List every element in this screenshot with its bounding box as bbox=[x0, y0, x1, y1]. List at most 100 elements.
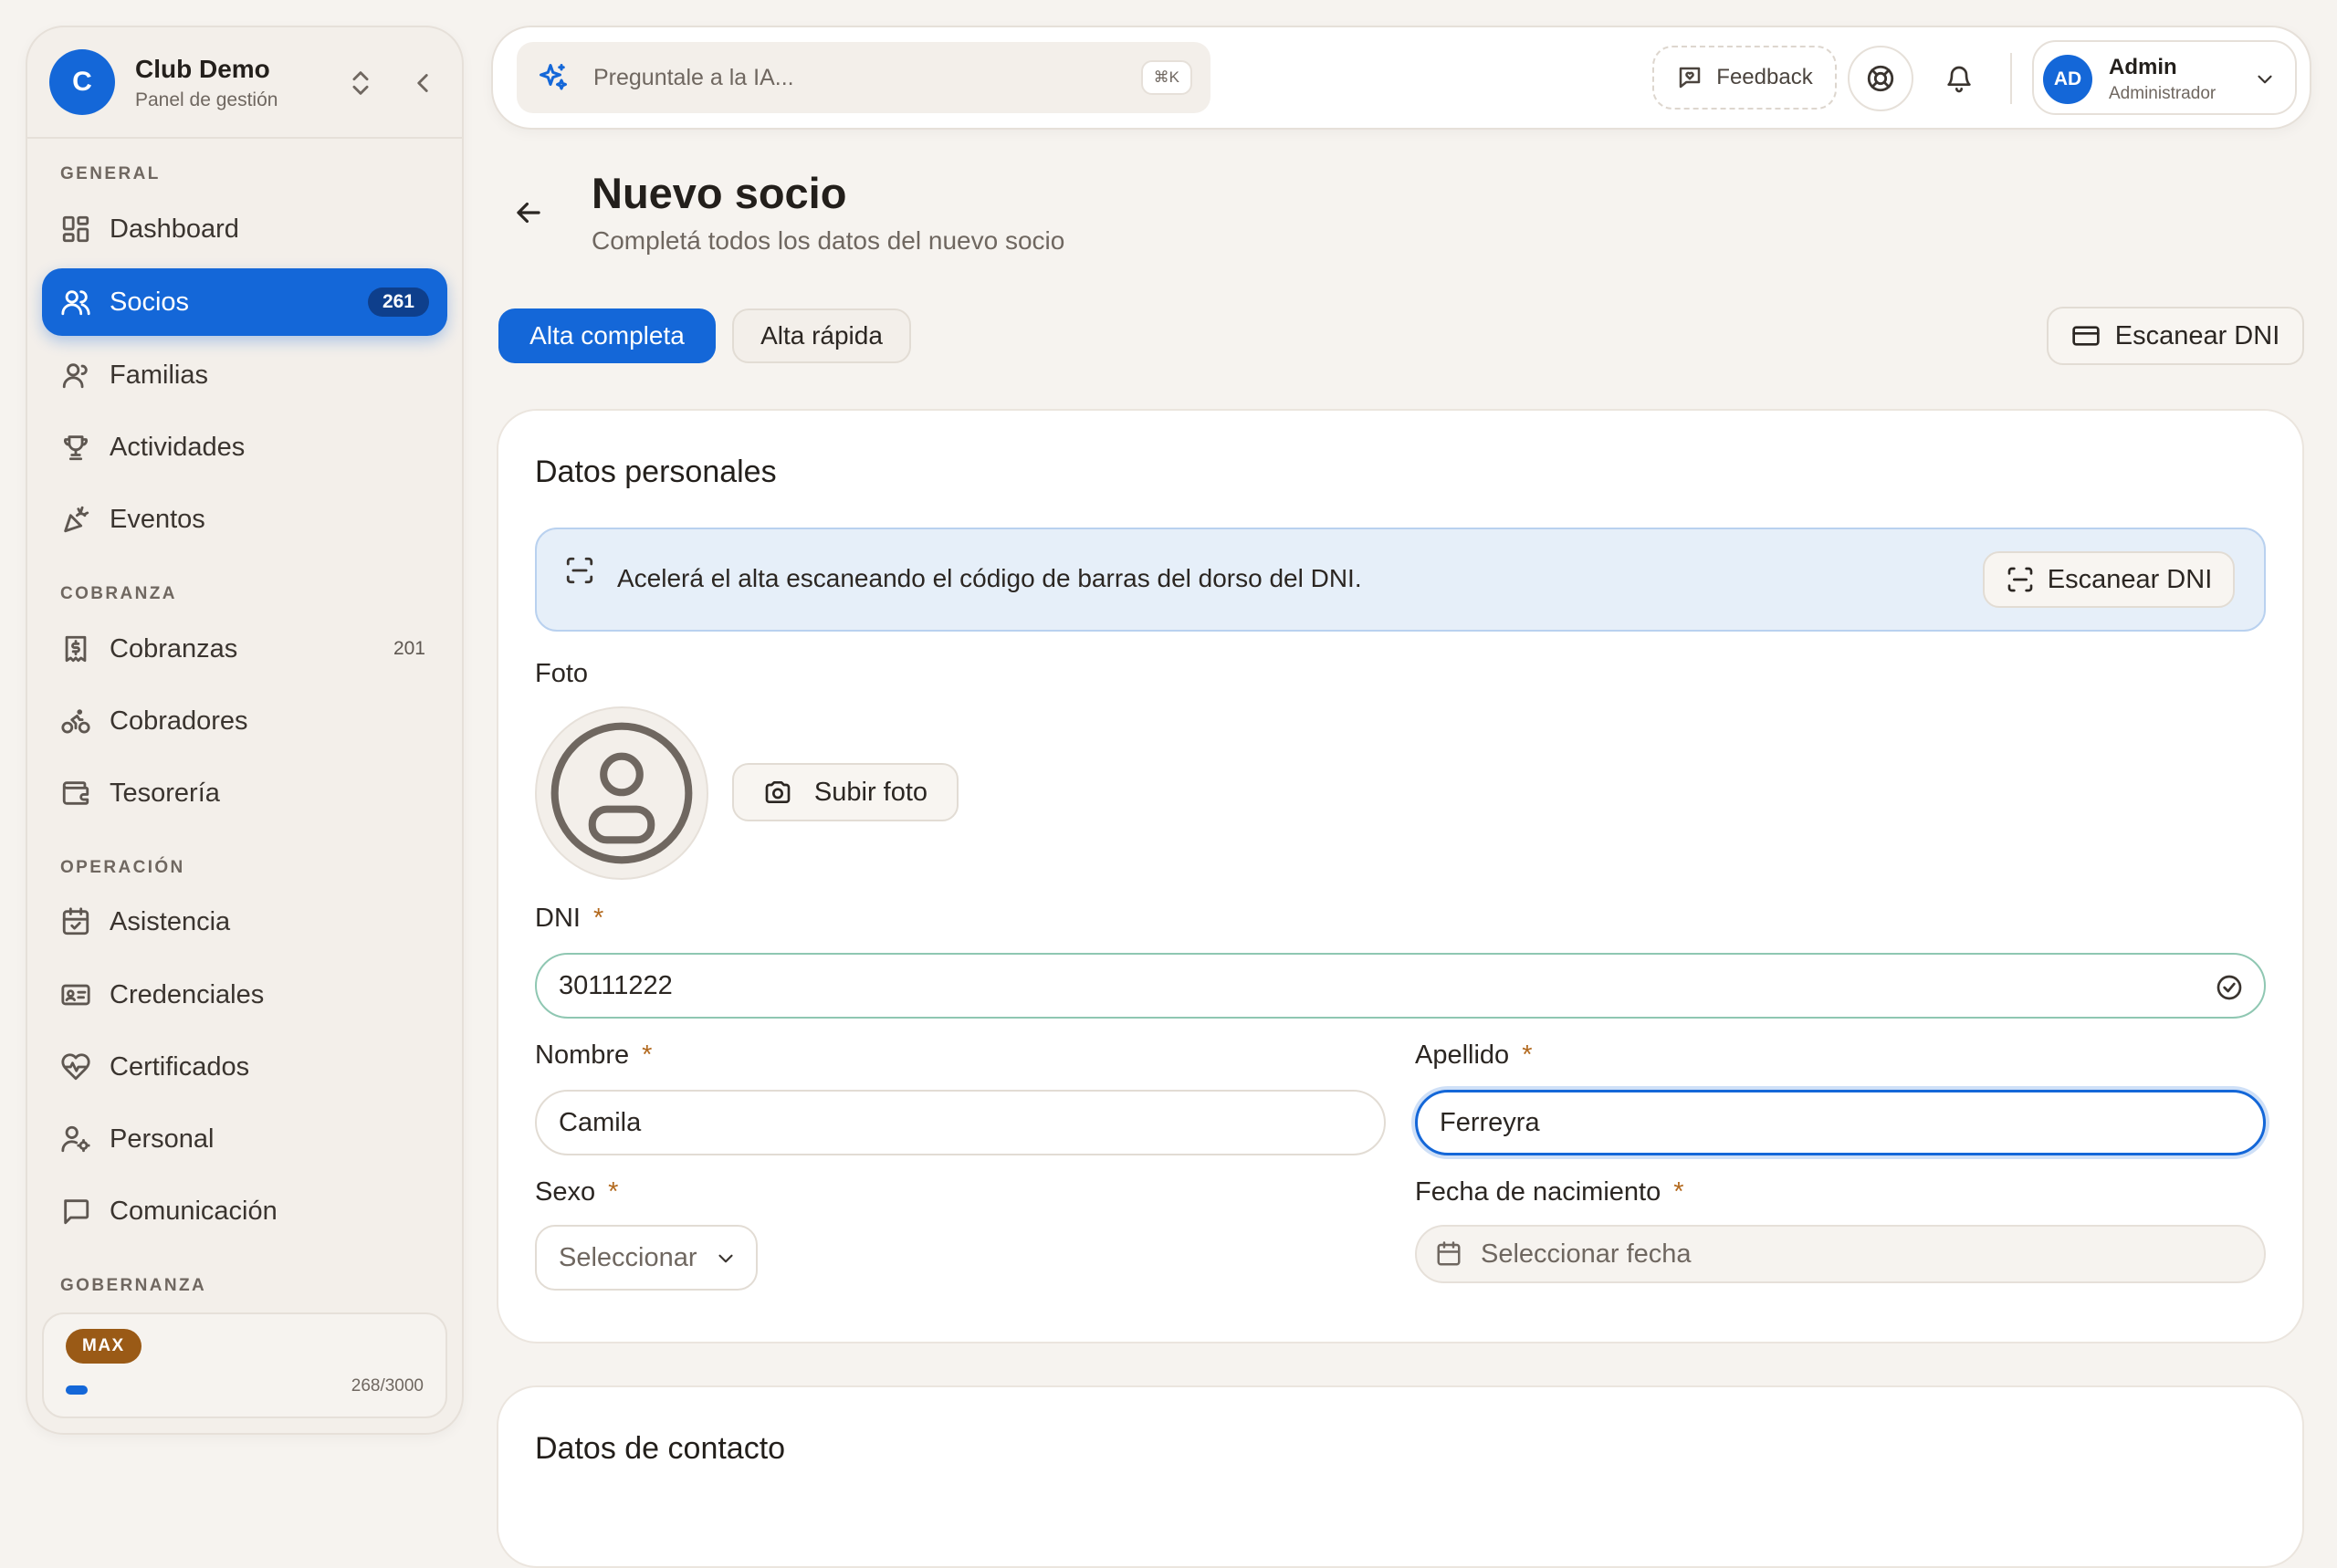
sidebar-item-label: Cobradores bbox=[110, 706, 248, 736]
sparkles-icon bbox=[537, 61, 570, 94]
sidebar-item-eventos[interactable]: Eventos bbox=[42, 486, 447, 553]
nombre-field[interactable]: Camila bbox=[535, 1090, 1386, 1155]
plan-usage-box[interactable]: MAX 268/3000 bbox=[42, 1312, 447, 1418]
chevron-down-icon bbox=[2253, 68, 2277, 91]
brand-subtitle: Panel de gestión bbox=[135, 89, 278, 110]
sidebar-item-dashboard[interactable]: Dashboard bbox=[42, 195, 447, 263]
apellido-label: Apellido * bbox=[1415, 1040, 1532, 1071]
chevrons-up-down-icon[interactable] bbox=[345, 68, 376, 99]
sidebar-item-certificados[interactable]: Certificados bbox=[42, 1033, 447, 1101]
photo-label: Foto bbox=[535, 659, 589, 688]
party-icon bbox=[60, 504, 91, 535]
tab-alta-rapida[interactable]: Alta rápida bbox=[732, 308, 911, 363]
required-marker: * bbox=[1522, 1040, 1533, 1070]
sidebar-item-label: Eventos bbox=[110, 504, 205, 534]
sidebar-item-personal[interactable]: Personal bbox=[42, 1105, 447, 1173]
collapse-sidebar-icon[interactable] bbox=[407, 68, 438, 99]
brand-header[interactable]: C Club Demo Panel de gestión bbox=[27, 27, 462, 139]
user-menu[interactable]: AD Admin Administrador bbox=[2032, 40, 2297, 115]
scan-hint-banner: Acelerá el alta escaneando el código de … bbox=[535, 528, 2266, 632]
feedback-button[interactable]: Feedback bbox=[1652, 46, 1837, 110]
check-circle-icon bbox=[2215, 973, 2244, 1002]
scan-icon bbox=[2006, 565, 2035, 594]
photo-placeholder[interactable] bbox=[535, 706, 708, 880]
fecha-label-text: Fecha de nacimiento bbox=[1415, 1177, 1661, 1207]
back-arrow-icon[interactable] bbox=[511, 195, 546, 230]
dni-label-text: DNI bbox=[535, 904, 581, 933]
cobranzas-count-badge: 201 bbox=[393, 638, 425, 659]
dashboard-icon bbox=[60, 214, 91, 245]
sidebar-item-label: Tesorería bbox=[110, 778, 220, 808]
section-label-operacion: OPERACIÓN bbox=[60, 858, 185, 877]
fecha-label: Fecha de nacimiento * bbox=[1415, 1177, 1684, 1207]
user-role: Administrador bbox=[2109, 84, 2216, 103]
camera-icon bbox=[763, 778, 792, 807]
wallet-icon bbox=[60, 778, 91, 809]
user-avatar-icon bbox=[541, 713, 702, 873]
nombre-value: Camila bbox=[559, 1107, 642, 1137]
notifications-button[interactable] bbox=[1926, 46, 1992, 111]
banner-scan-dni-button[interactable]: Escanear DNI bbox=[1983, 551, 2235, 608]
user-name: Admin bbox=[2109, 55, 2177, 79]
dni-label: DNI * bbox=[535, 904, 603, 934]
fecha-nacimiento-field[interactable]: Seleccionar fecha bbox=[1415, 1225, 2266, 1283]
scan-dni-button[interactable]: Escanear DNI bbox=[2047, 307, 2304, 365]
sidebar-item-socios[interactable]: Socios 261 bbox=[42, 268, 447, 336]
topbar-divider bbox=[2010, 53, 2012, 104]
contact-data-card: Datos de contacto bbox=[497, 1385, 2304, 1568]
calendar-check-icon bbox=[60, 906, 91, 937]
sidebar-item-comunicacion[interactable]: Comunicación bbox=[42, 1177, 447, 1245]
users-icon bbox=[60, 287, 91, 318]
sexo-select[interactable]: Seleccionar bbox=[535, 1225, 758, 1291]
sidebar-item-cobradores[interactable]: Cobradores bbox=[42, 687, 447, 755]
receipt-icon bbox=[60, 633, 91, 664]
sidebar-item-label: Credenciales bbox=[110, 979, 265, 1009]
sidebar-item-asistencia[interactable]: Asistencia bbox=[42, 888, 447, 956]
required-marker: * bbox=[642, 1040, 653, 1070]
sidebar-item-actividades[interactable]: Actividades bbox=[42, 413, 447, 481]
section-title: Datos personales bbox=[535, 455, 777, 489]
banner-scan-label: Escanear DNI bbox=[2047, 564, 2213, 594]
ai-search-placeholder: Preguntale a la IA... bbox=[593, 64, 794, 90]
page-subtitle: Completá todos los datos del nuevo socio bbox=[592, 226, 1065, 255]
tab-alta-completa[interactable]: Alta completa bbox=[498, 308, 716, 363]
plan-usage-bar bbox=[66, 1385, 294, 1395]
sidebar: C Club Demo Panel de gestión GENERAL Das… bbox=[26, 26, 464, 1435]
sexo-label-text: Sexo bbox=[535, 1177, 596, 1207]
dni-field[interactable]: 30111222 bbox=[535, 953, 2266, 1019]
page-title: Nuevo socio bbox=[592, 169, 847, 217]
ai-search-input[interactable]: Preguntale a la IA... ⌘K bbox=[517, 42, 1210, 113]
sidebar-item-familias[interactable]: Familias bbox=[42, 341, 447, 409]
calendar-icon bbox=[1435, 1240, 1462, 1268]
scan-dni-label: Escanear DNI bbox=[2114, 320, 2280, 350]
sidebar-item-label: Cobranzas bbox=[110, 633, 238, 664]
chevron-down-icon bbox=[714, 1247, 738, 1270]
upload-photo-button[interactable]: Subir foto bbox=[732, 763, 959, 821]
sidebar-item-label: Comunicación bbox=[110, 1196, 278, 1226]
bike-icon bbox=[60, 706, 91, 737]
user-cog-icon bbox=[60, 1124, 91, 1155]
help-button[interactable] bbox=[1848, 46, 1913, 111]
apellido-field[interactable]: Ferreyra bbox=[1415, 1090, 2266, 1155]
sidebar-item-credenciales[interactable]: Credenciales bbox=[42, 961, 447, 1029]
avatar: AD bbox=[2043, 55, 2092, 104]
sidebar-item-label: Asistencia bbox=[110, 906, 231, 936]
nombre-label-text: Nombre bbox=[535, 1040, 630, 1070]
sidebar-item-label: Socios bbox=[110, 287, 190, 317]
sidebar-item-tesoreria[interactable]: Tesorería bbox=[42, 759, 447, 827]
section-label-general: GENERAL bbox=[60, 164, 161, 183]
sexo-placeholder: Seleccionar bbox=[559, 1242, 697, 1272]
plan-badge: MAX bbox=[66, 1329, 141, 1364]
sidebar-item-cobranzas[interactable]: Cobranzas 201 bbox=[42, 615, 447, 683]
sidebar-item-label: Personal bbox=[110, 1124, 215, 1154]
plan-usage-fill bbox=[66, 1385, 88, 1395]
trophy-icon bbox=[60, 432, 91, 463]
sexo-label: Sexo * bbox=[535, 1177, 618, 1207]
socios-count-badge: 261 bbox=[367, 287, 429, 317]
banner-text: Acelerá el alta escaneando el código de … bbox=[617, 564, 1362, 592]
section-label-gobernanza: GOBERNANZA bbox=[60, 1276, 207, 1295]
message-icon bbox=[60, 1196, 91, 1227]
plan-usage-count: 268/3000 bbox=[351, 1376, 424, 1396]
section-title: Datos de contacto bbox=[535, 1431, 786, 1466]
id-card-icon bbox=[60, 979, 91, 1010]
